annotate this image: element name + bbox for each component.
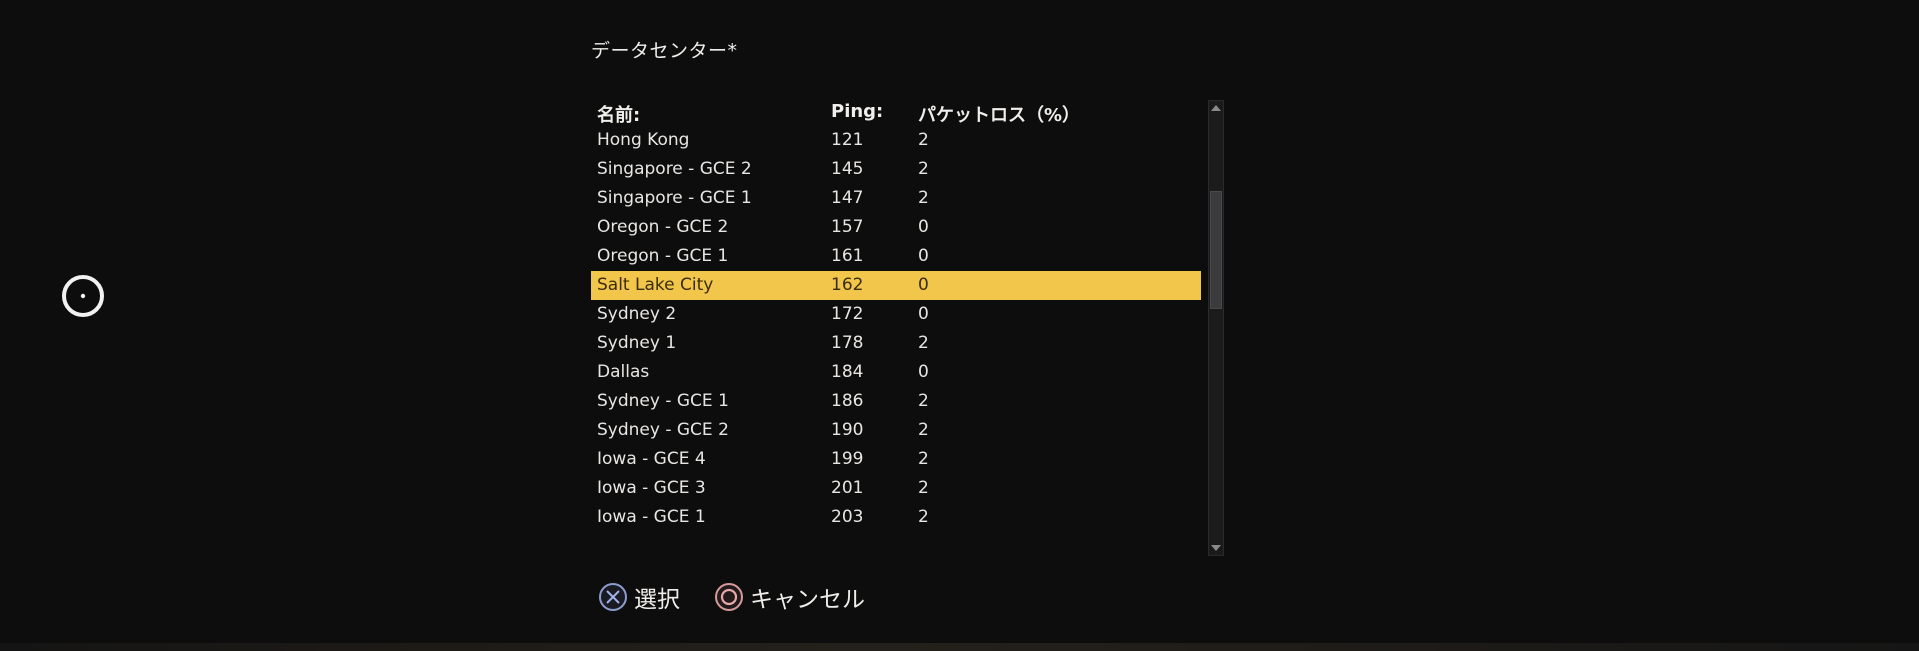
button-prompts: 選択 キャンセル: [598, 580, 899, 614]
background-strip: [0, 643, 1919, 651]
list-scrollbar[interactable]: [1208, 100, 1224, 556]
table-row[interactable]: Singapore - GCE 2 145 2: [591, 155, 1201, 184]
row-name: Sydney - GCE 2: [597, 420, 729, 440]
scrollbar-thumb[interactable]: [1210, 191, 1222, 309]
row-name: Hong Kong: [597, 130, 690, 150]
row-loss: 2: [918, 507, 929, 527]
row-name: Singapore - GCE 2: [597, 159, 752, 179]
row-loss: 2: [918, 391, 929, 411]
row-ping: 172: [831, 304, 864, 324]
row-name: Iowa - GCE 3: [597, 478, 706, 498]
row-name: Singapore - GCE 1: [597, 188, 752, 208]
row-name: Oregon - GCE 2: [597, 217, 729, 237]
row-ping: 199: [831, 449, 864, 469]
datacenter-list: 名前: Ping: パケットロス（%） Hong Kong 121 2 Sing…: [591, 98, 1225, 556]
row-name: Salt Lake City: [597, 275, 714, 295]
table-row[interactable]: Singapore - GCE 1 147 2: [591, 184, 1201, 213]
cancel-label: キャンセル: [750, 587, 865, 613]
row-ping: 162: [831, 275, 864, 295]
row-name: Iowa - GCE 1: [597, 507, 706, 527]
cancel-button[interactable]: キャンセル: [714, 580, 865, 614]
row-loss: 2: [918, 130, 929, 150]
cursor-icon: [62, 275, 104, 317]
table-row[interactable]: Iowa - GCE 4 199 2: [591, 445, 1201, 474]
row-loss: 0: [918, 362, 929, 382]
row-ping: 184: [831, 362, 864, 382]
row-name: Oregon - GCE 1: [597, 246, 729, 266]
scroll-up-arrow-icon[interactable]: [1209, 101, 1223, 115]
row-ping: 157: [831, 217, 864, 237]
row-loss: 0: [918, 304, 929, 324]
table-row[interactable]: Sydney 1 178 2: [591, 329, 1201, 358]
row-ping: 186: [831, 391, 864, 411]
row-ping: 145: [831, 159, 864, 179]
row-ping: 121: [831, 130, 864, 150]
list-rows: Hong Kong 121 2 Singapore - GCE 2 145 2 …: [591, 126, 1201, 532]
row-ping: 178: [831, 333, 864, 353]
row-ping: 161: [831, 246, 864, 266]
header-packet-loss: パケットロス（%）: [918, 105, 1081, 126]
row-loss: 2: [918, 333, 929, 353]
list-header: 名前: Ping: パケットロス（%）: [591, 98, 1201, 126]
cross-button-icon: [599, 583, 627, 611]
select-button[interactable]: 選択: [598, 580, 680, 614]
row-ping: 190: [831, 420, 864, 440]
row-loss: 0: [918, 246, 929, 266]
table-row-selected[interactable]: Salt Lake City 162 0: [591, 271, 1201, 300]
row-ping: 147: [831, 188, 864, 208]
table-row[interactable]: Oregon - GCE 2 157 0: [591, 213, 1201, 242]
row-ping: 201: [831, 478, 864, 498]
table-row[interactable]: Sydney 2 172 0: [591, 300, 1201, 329]
row-name: Dallas: [597, 362, 650, 382]
select-label: 選択: [634, 587, 680, 613]
row-loss: 2: [918, 159, 929, 179]
row-loss: 2: [918, 449, 929, 469]
row-loss: 2: [918, 188, 929, 208]
row-name: Iowa - GCE 4: [597, 449, 706, 469]
row-name: Sydney 1: [597, 333, 677, 353]
table-row[interactable]: Hong Kong 121 2: [591, 126, 1201, 155]
row-loss: 2: [918, 478, 929, 498]
header-ping: Ping:: [831, 101, 884, 122]
table-row[interactable]: Oregon - GCE 1 161 0: [591, 242, 1201, 271]
dialog-title: データセンター*: [591, 40, 738, 62]
scroll-down-arrow-icon[interactable]: [1209, 541, 1223, 555]
row-loss: 0: [918, 275, 929, 295]
circle-button-icon: [715, 583, 743, 611]
row-ping: 203: [831, 507, 864, 527]
header-name: 名前:: [597, 105, 641, 126]
row-loss: 0: [918, 217, 929, 237]
screen: データセンター* 名前: Ping: パケットロス（%） Hong Kong 1…: [0, 0, 1919, 651]
table-row[interactable]: Iowa - GCE 1 203 2: [591, 503, 1201, 532]
table-row[interactable]: Dallas 184 0: [591, 358, 1201, 387]
table-row[interactable]: Iowa - GCE 3 201 2: [591, 474, 1201, 503]
row-name: Sydney - GCE 1: [597, 391, 729, 411]
row-name: Sydney 2: [597, 304, 677, 324]
table-row[interactable]: Sydney - GCE 2 190 2: [591, 416, 1201, 445]
row-loss: 2: [918, 420, 929, 440]
table-row[interactable]: Sydney - GCE 1 186 2: [591, 387, 1201, 416]
